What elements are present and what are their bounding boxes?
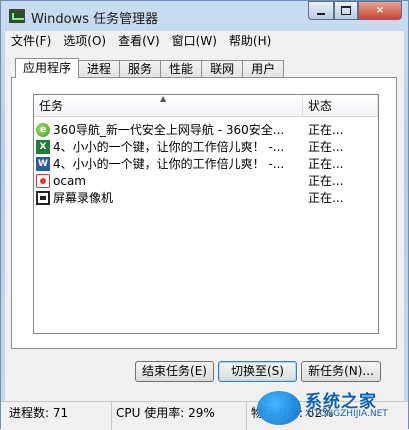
task-name: 屏幕录像机 <box>53 191 114 205</box>
title-bar[interactable]: Windows 任务管理器 × <box>1 1 408 31</box>
end-task-button[interactable]: 结束任务(E) <box>135 361 214 382</box>
menu-window[interactable]: 窗口(W) <box>166 32 223 49</box>
tab-services[interactable]: 服务 <box>119 60 162 78</box>
close-icon: × <box>375 5 385 16</box>
task-manager-icon <box>9 9 25 23</box>
column-status-label: 状态 <box>308 99 333 113</box>
360-browser-icon: e <box>36 122 50 137</box>
word-icon: W <box>36 156 50 171</box>
column-task-label: 任务 <box>39 99 64 113</box>
task-manager-window: Windows 任务管理器 × 文件(F) 选项(O) 查看(V) 窗口(W) … <box>0 0 409 430</box>
maximize-button[interactable] <box>334 1 358 20</box>
maximize-icon <box>341 6 351 15</box>
task-status: 正在... <box>308 191 344 205</box>
column-header-status[interactable]: 状态 <box>303 95 378 117</box>
close-button[interactable]: × <box>358 1 402 20</box>
task-name: ocam <box>53 173 86 188</box>
task-status: 正在... <box>308 174 344 188</box>
tab-applications[interactable]: 应用程序 <box>15 58 80 78</box>
list-item[interactable]: ocam 正在... <box>34 172 378 189</box>
switch-to-button[interactable]: 切换至(S) <box>218 361 297 382</box>
menu-view[interactable]: 查看(V) <box>112 32 166 49</box>
excel-icon: X <box>36 139 50 154</box>
task-status: 正在... <box>308 140 344 154</box>
list-item[interactable]: W 4、小小的一个键，让你的工作倍儿爽！ -... 正在... <box>34 155 378 172</box>
tab-processes[interactable]: 进程 <box>78 60 121 78</box>
column-header-task[interactable]: 任务 ▲ <box>34 95 303 117</box>
minimize-button[interactable] <box>308 1 334 20</box>
tab-strip: 应用程序 进程 服务 性能 联网 用户 <box>15 58 285 78</box>
list-header: 任务 ▲ 状态 <box>34 95 378 117</box>
menu-options[interactable]: 选项(O) <box>57 32 112 49</box>
process-count: 进程数: 71 <box>9 406 69 420</box>
menu-file[interactable]: 文件(F) <box>5 32 57 49</box>
task-status: 正在... <box>308 157 344 171</box>
menu-help[interactable]: 帮助(H) <box>223 32 277 49</box>
task-name: 4、小小的一个键，让你的工作倍儿爽！ -... <box>53 157 285 171</box>
tab-performance[interactable]: 性能 <box>160 60 203 78</box>
list-item[interactable]: 屏幕录像机 正在... <box>34 189 378 206</box>
tab-networking[interactable]: 联网 <box>201 60 244 78</box>
list-item[interactable]: e 360导航_新一代安全上网导航 - 360安全... 正在... <box>34 121 378 138</box>
watermark-logo-icon <box>257 391 301 425</box>
list-item[interactable]: X 4、小小的一个键，让你的工作倍儿爽！ -... 正在... <box>34 138 378 155</box>
screen-recorder-icon <box>36 190 50 205</box>
tab-users[interactable]: 用户 <box>242 60 285 78</box>
menu-bar: 文件(F) 选项(O) 查看(V) 窗口(W) 帮助(H) <box>5 31 404 51</box>
client-area: 应用程序 进程 服务 性能 联网 用户 任务 ▲ 状态 e 360导航_新一代安… <box>5 50 404 401</box>
cpu-usage: CPU 使用率: 29% <box>111 402 244 430</box>
applications-panel: 任务 ▲ 状态 e 360导航_新一代安全上网导航 - 360安全... 正在.… <box>11 77 397 349</box>
site-watermark: 系统之家 XITONGZHIJIA.NET <box>257 383 409 430</box>
ocam-icon <box>36 173 50 188</box>
watermark-url: XITONGZHIJIA.NET <box>305 409 388 419</box>
task-name: 4、小小的一个键，让你的工作倍儿爽！ -... <box>53 140 285 154</box>
task-rows: e 360导航_新一代安全上网导航 - 360安全... 正在... X 4、小… <box>34 121 378 206</box>
task-status: 正在... <box>308 123 344 137</box>
window-title: Windows 任务管理器 <box>31 12 159 27</box>
new-task-button[interactable]: 新任务(N)... <box>301 361 381 382</box>
task-name: 360导航_新一代安全上网导航 - 360安全... <box>53 123 285 137</box>
task-list[interactable]: 任务 ▲ 状态 e 360导航_新一代安全上网导航 - 360安全... 正在.… <box>33 94 379 334</box>
sort-ascending-icon: ▲ <box>160 94 167 103</box>
minimize-icon <box>317 12 325 15</box>
